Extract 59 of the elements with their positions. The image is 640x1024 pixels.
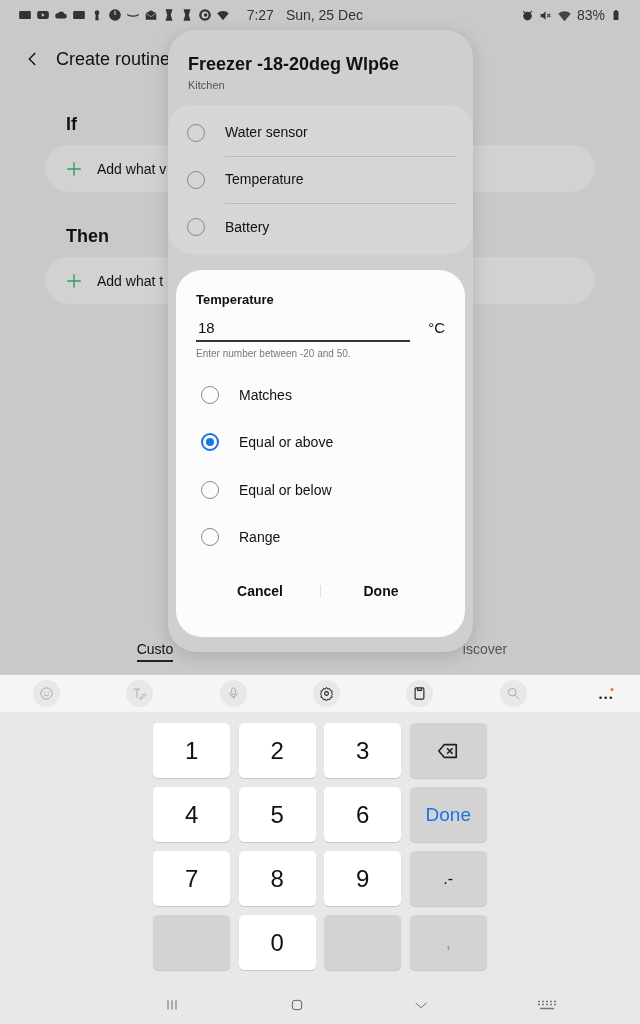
clipboard-icon xyxy=(412,686,428,701)
search-icon xyxy=(505,686,521,701)
symbol-key[interactable]: .- xyxy=(409,851,487,906)
clock-time: 7:27 xyxy=(246,7,274,23)
number-key[interactable]: 2 xyxy=(238,723,316,778)
envelope-icon xyxy=(144,8,158,22)
capability-label: Water sensor xyxy=(225,108,456,157)
room-label: Kitchen xyxy=(188,79,226,91)
capability-label: Battery xyxy=(225,217,271,237)
emoji-icon xyxy=(39,686,54,701)
voice-button[interactable] xyxy=(219,680,247,707)
card-label: Add what v xyxy=(97,160,167,177)
clipboard-button[interactable] xyxy=(406,680,434,707)
plus-icon xyxy=(65,271,83,290)
settings-icon xyxy=(319,686,334,701)
emoji-button[interactable] xyxy=(33,680,60,707)
number-key[interactable]: 4 xyxy=(153,787,231,842)
tab[interactable]: Custo xyxy=(136,641,174,662)
clock-icon xyxy=(108,8,122,22)
section-heading: Then xyxy=(66,226,109,247)
option-label: Matches xyxy=(239,386,292,403)
capability-label: Temperature xyxy=(225,155,456,204)
alarm-icon xyxy=(520,8,534,22)
number-key[interactable]: 9 xyxy=(324,851,402,906)
dialog-title: Temperature xyxy=(196,292,275,307)
field-hint: Enter number between -20 and 50. xyxy=(196,348,352,359)
battery-percent: 83% xyxy=(576,7,605,23)
number-field[interactable]: 18 xyxy=(196,319,411,342)
radio-button[interactable] xyxy=(201,433,219,452)
date-text: Sun, 25 Dec xyxy=(285,7,363,23)
option-label: Equal or below xyxy=(239,481,332,498)
section-heading: If xyxy=(66,114,77,135)
more-dots-icon xyxy=(598,685,615,702)
mute-icon xyxy=(538,8,552,22)
option-label: Range xyxy=(239,529,281,546)
dialog-button[interactable]: Done xyxy=(321,575,441,607)
play-icon xyxy=(36,8,50,22)
text-pen-icon xyxy=(132,686,148,701)
dialog-button[interactable]: Cancel xyxy=(200,575,320,607)
number-key[interactable]: 3 xyxy=(324,723,402,778)
ring-icon xyxy=(198,8,212,22)
device-title: Freezer -18-20deg Wlp6e xyxy=(188,54,401,75)
wifi-icon xyxy=(216,8,230,22)
unit-label: °C xyxy=(428,319,445,338)
number-key[interactable]: 6 xyxy=(324,787,402,842)
number-key[interactable]: 0 xyxy=(238,915,316,970)
cloud-icon xyxy=(54,8,68,22)
page-title: Create routine xyxy=(56,48,171,70)
option-label: Equal or above xyxy=(239,434,334,451)
text-edit-button[interactable] xyxy=(126,680,154,707)
search-button[interactable] xyxy=(499,680,527,707)
settings-button[interactable] xyxy=(313,680,340,707)
number-key[interactable]: 8 xyxy=(238,851,316,906)
number-key[interactable]: 1 xyxy=(153,723,231,778)
backspace-key[interactable] xyxy=(409,723,487,778)
card-label: Add what t xyxy=(97,272,164,289)
number-key[interactable]: 7 xyxy=(153,851,231,906)
number-key[interactable]: 5 xyxy=(238,787,316,842)
plus-icon xyxy=(65,159,83,178)
